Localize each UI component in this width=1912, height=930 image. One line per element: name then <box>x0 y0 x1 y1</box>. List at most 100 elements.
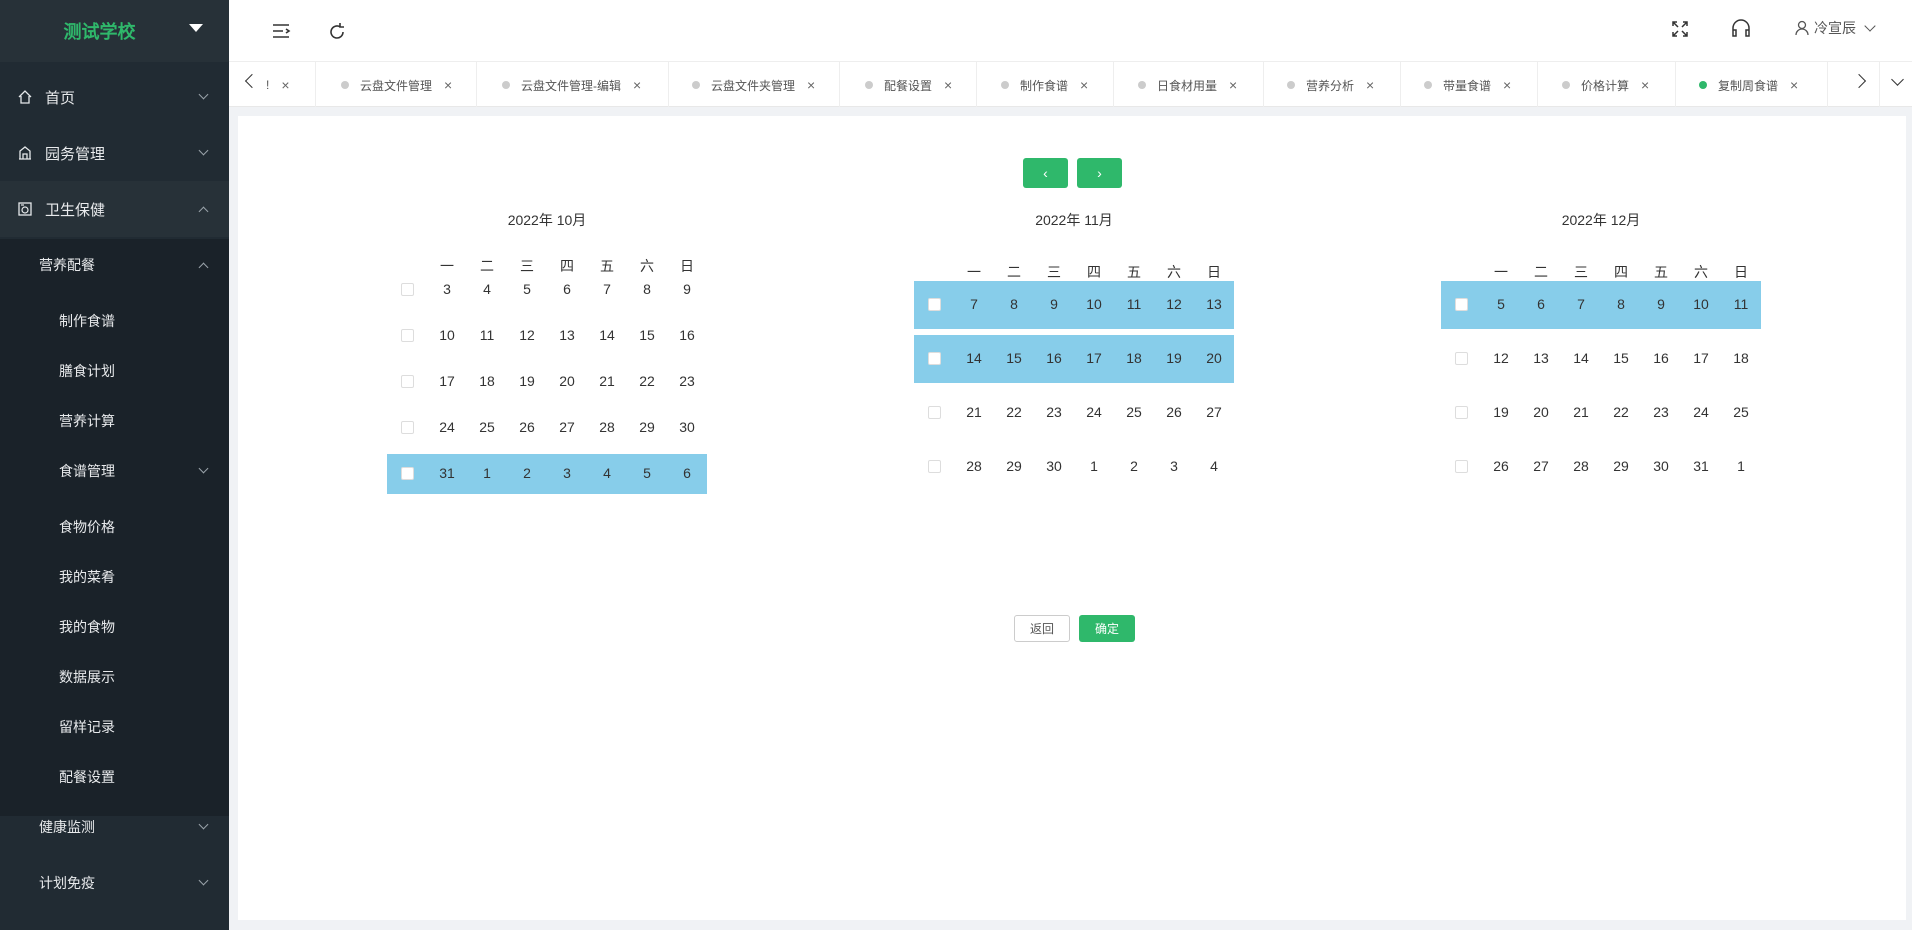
weekday-header: 一 <box>1494 264 1508 280</box>
day-cell: 8 <box>643 281 651 297</box>
week-row[interactable]: 24 25 26 27 28 29 30 <box>387 408 707 448</box>
week-row[interactable]: 28 29 30 1 2 3 4 <box>914 443 1234 491</box>
logo-bar[interactable]: 测试学校 <box>0 0 229 62</box>
day-cell: 31 <box>1693 458 1709 474</box>
close-icon[interactable]: × <box>944 77 952 93</box>
tab-quantity-recipe[interactable]: 带量食谱 × <box>1424 74 1511 96</box>
sidebar-item-campus[interactable]: 园务管理 <box>0 125 229 181</box>
tab-daily-ingredients[interactable]: 日食材用量 × <box>1138 74 1237 96</box>
tab-cloud-file-edit[interactable]: 云盘文件管理-编辑 × <box>502 74 641 96</box>
week-row[interactable]: 3 4 5 6 7 8 9 <box>387 270 707 310</box>
sidebar-item-meal-settings[interactable]: 配餐设置 <box>0 752 229 802</box>
week-checkbox[interactable] <box>401 375 414 388</box>
close-icon[interactable]: × <box>444 77 452 93</box>
week-checkbox[interactable] <box>928 352 941 365</box>
sidebar-item-health[interactable]: 卫生保健 <box>0 181 229 237</box>
day-cell: 22 <box>1613 404 1629 420</box>
chevron-down-icon <box>198 819 209 830</box>
sidebar-item-sample-record[interactable]: 留样记录 <box>0 702 229 752</box>
day-cell: 30 <box>1653 458 1669 474</box>
menu-collapse-icon[interactable] <box>269 19 293 43</box>
day-cell: 2 <box>523 465 531 481</box>
week-checkbox[interactable] <box>1455 406 1468 419</box>
tab-nutrition-analysis[interactable]: 营养分析 × <box>1287 74 1374 96</box>
day-cell: 22 <box>1006 404 1022 420</box>
tab-meal-settings[interactable]: 配餐设置 × <box>865 74 952 96</box>
day-cell: 6 <box>563 281 571 297</box>
week-checkbox[interactable] <box>401 421 414 434</box>
sidebar-item-my-food[interactable]: 我的食物 <box>0 602 229 652</box>
close-icon[interactable]: × <box>1790 77 1798 93</box>
sidebar-item-home[interactable]: 首页 <box>0 69 229 125</box>
close-icon[interactable]: × <box>281 77 289 93</box>
tab-scroll-right-icon[interactable] <box>1851 73 1867 89</box>
tab-cloud-file[interactable]: 云盘文件管理 × <box>341 74 452 96</box>
week-checkbox[interactable] <box>928 406 941 419</box>
week-row[interactable]: 14 15 16 17 18 19 20 <box>914 335 1234 383</box>
day-cell: 9 <box>683 281 691 297</box>
tab-cloud-folder[interactable]: 云盘文件夹管理 × <box>692 74 815 96</box>
day-cell: 21 <box>966 404 982 420</box>
close-icon[interactable]: × <box>1366 77 1374 93</box>
close-icon[interactable]: × <box>1503 77 1511 93</box>
week-row[interactable]: 17 18 19 20 21 22 23 <box>387 362 707 402</box>
sidebar-item-recipe-mgmt[interactable]: 食谱管理 <box>0 446 229 496</box>
close-icon[interactable]: × <box>633 77 641 93</box>
close-icon[interactable]: × <box>1229 77 1237 93</box>
week-checkbox[interactable] <box>401 283 414 296</box>
tab-scroll-left-icon[interactable] <box>244 73 260 89</box>
day-cell: 18 <box>1733 350 1749 366</box>
week-row[interactable]: 12 13 14 15 16 17 18 <box>1441 335 1761 383</box>
close-icon[interactable]: × <box>1641 77 1649 93</box>
tab-price-calc[interactable]: 价格计算 × <box>1562 74 1649 96</box>
week-row[interactable]: 31 1 2 3 4 5 6 <box>387 454 707 494</box>
week-checkbox[interactable] <box>1455 460 1468 473</box>
week-checkbox[interactable] <box>1455 298 1468 311</box>
sidebar-item-my-dishes[interactable]: 我的菜肴 <box>0 552 229 602</box>
week-checkbox[interactable] <box>928 298 941 311</box>
sidebar-item-food-price[interactable]: 食物价格 <box>0 502 229 552</box>
caret-down-icon[interactable] <box>189 24 203 32</box>
sidebar-item-nutrition-calc[interactable]: 营养计算 <box>0 396 229 446</box>
weekday-header: 三 <box>1574 264 1588 280</box>
day-cell: 12 <box>1166 296 1182 312</box>
close-icon[interactable]: × <box>1080 77 1088 93</box>
week-checkbox[interactable] <box>401 467 414 480</box>
sidebar-item-meal-plan[interactable]: 膳食计划 <box>0 346 229 396</box>
prev-month-button[interactable]: ‹ <box>1023 158 1068 188</box>
sidebar-item-nutrition[interactable]: 营养配餐 <box>0 237 229 293</box>
tab-partial[interactable]: ! × <box>266 74 290 96</box>
fullscreen-icon[interactable] <box>1668 17 1692 41</box>
week-row[interactable]: 5 6 7 8 9 10 11 <box>1441 281 1761 329</box>
sidebar-item-health-monitor[interactable]: 健康监测 <box>0 799 229 855</box>
tab-copy-week-recipe[interactable]: 复制周食谱 × <box>1699 74 1798 96</box>
day-cell: 25 <box>1126 404 1142 420</box>
sidebar-item-label: 留样记录 <box>59 719 115 735</box>
back-button[interactable]: 返回 <box>1014 615 1070 642</box>
tab-make-recipe[interactable]: 制作食谱 × <box>1001 74 1088 96</box>
confirm-button[interactable]: 确定 <box>1079 615 1135 642</box>
week-checkbox[interactable] <box>1455 352 1468 365</box>
sidebar-item-make-recipe[interactable]: 制作食谱 <box>0 296 229 346</box>
week-row[interactable]: 21 22 23 24 25 26 27 <box>914 389 1234 437</box>
close-icon[interactable]: × <box>807 77 815 93</box>
chevron-up-icon <box>198 262 209 272</box>
headset-icon[interactable] <box>1729 17 1753 41</box>
refresh-icon[interactable] <box>325 20 349 44</box>
chevron-down-icon <box>198 145 209 156</box>
sidebar-item-label: 园务管理 <box>45 145 106 163</box>
tab-label: ! <box>266 78 270 92</box>
week-checkbox[interactable] <box>401 329 414 342</box>
next-month-button[interactable]: › <box>1077 158 1122 188</box>
day-cell: 27 <box>559 419 575 435</box>
week-row[interactable]: 26 27 28 29 30 31 1 <box>1441 443 1761 491</box>
sidebar-item-data-display[interactable]: 数据展示 <box>0 652 229 702</box>
user-menu[interactable]: 冷宣辰 <box>1794 18 1876 38</box>
tab-dropdown-icon[interactable] <box>1891 73 1904 86</box>
sidebar-item-vaccine[interactable]: 计划免疫 <box>0 855 229 911</box>
day-cell: 3 <box>443 281 451 297</box>
week-checkbox[interactable] <box>928 460 941 473</box>
week-row[interactable]: 19 20 21 22 23 24 25 <box>1441 389 1761 437</box>
week-row[interactable]: 10 11 12 13 14 15 16 <box>387 316 707 356</box>
week-row[interactable]: 7 8 9 10 11 12 13 <box>914 281 1234 329</box>
